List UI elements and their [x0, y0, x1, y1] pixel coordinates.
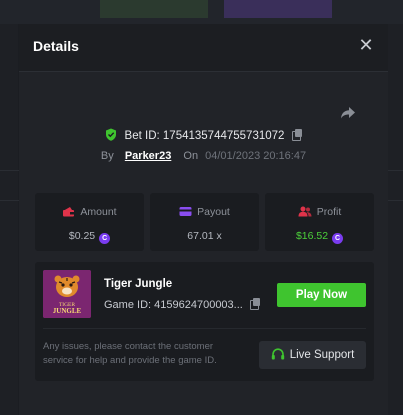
copy-game-id-icon[interactable] — [249, 298, 260, 310]
payout-stat-header: Payout — [150, 206, 259, 218]
game-id-value: 4159624700003... — [154, 299, 243, 311]
background-left-column — [0, 24, 18, 415]
profit-label: Profit — [316, 206, 342, 218]
amount-label: Amount — [80, 206, 117, 218]
payout-stat: Payout 67.01 x — [150, 193, 259, 251]
game-thumbnail[interactable]: TIGER JUNGLE — [43, 270, 91, 318]
profit-stat-header: Profit — [265, 206, 374, 218]
background-banner-tile — [224, 0, 332, 18]
amount-stat-header: Amount — [35, 206, 144, 218]
bet-id-value: 1754135744755731072 — [162, 130, 285, 142]
coin-icon: C — [332, 233, 344, 244]
profit-value: $16.52 — [295, 230, 329, 242]
by-label: By — [100, 150, 114, 162]
thumb-title-bottom: JUNGLE — [53, 307, 82, 315]
username-link[interactable]: Parker23 — [125, 150, 172, 162]
amount-value-row: $0.25 C — [35, 230, 144, 244]
copy-bet-id-icon[interactable] — [291, 129, 302, 141]
profit-value-row: $16.52 C — [265, 230, 374, 244]
game-name: Tiger Jungle — [104, 278, 173, 290]
support-note: Any issues, please contact the customer … — [43, 341, 217, 366]
background-banner — [0, 0, 403, 24]
background-banner-tile — [100, 0, 208, 18]
wallet-icon — [63, 207, 75, 217]
on-label: On — [183, 150, 199, 162]
shield-check-icon — [106, 128, 117, 141]
bet-stats: Amount $0.25 C Payout 67.01 x Profit $16… — [35, 193, 374, 251]
bet-id-label: Bet ID: — [124, 130, 160, 142]
amount-value: $0.25 — [68, 230, 96, 242]
game-id-label: Game ID: — [104, 299, 152, 311]
game-id-line: Game ID: 4159624700003... — [104, 298, 260, 311]
profit-stat: Profit $16.52 C — [265, 193, 374, 251]
bet-datetime: 04/01/2023 20:16:47 — [205, 150, 307, 162]
play-now-button[interactable]: Play Now — [277, 283, 366, 307]
bet-details-modal: Details ✕ Bet ID: 1754135744755731072 By… — [19, 24, 388, 415]
live-support-label: Live Support — [289, 349, 355, 361]
share-icon[interactable] — [339, 104, 357, 122]
game-card-divider — [43, 328, 366, 329]
card-icon — [179, 207, 192, 216]
headset-icon — [271, 348, 284, 360]
background-right-column — [388, 24, 403, 415]
modal-title: Details — [33, 38, 79, 54]
users-icon — [298, 206, 312, 217]
modal-header: Details ✕ — [19, 24, 388, 72]
coin-icon: C — [99, 233, 111, 244]
bet-id-line: Bet ID: 1754135744755731072 — [19, 128, 388, 142]
bet-byline: By Parker23 On 04/01/2023 20:16:47 — [19, 150, 388, 162]
live-support-button[interactable]: Live Support — [259, 341, 366, 369]
amount-stat: Amount $0.25 C — [35, 193, 144, 251]
game-card: TIGER JUNGLE Tiger Jungle Game ID: 41596… — [35, 262, 374, 381]
close-icon[interactable]: ✕ — [356, 35, 376, 55]
payout-label: Payout — [197, 206, 230, 218]
payout-value: 67.01 x — [187, 230, 222, 242]
tiger-image: TIGER JUNGLE — [43, 270, 91, 318]
